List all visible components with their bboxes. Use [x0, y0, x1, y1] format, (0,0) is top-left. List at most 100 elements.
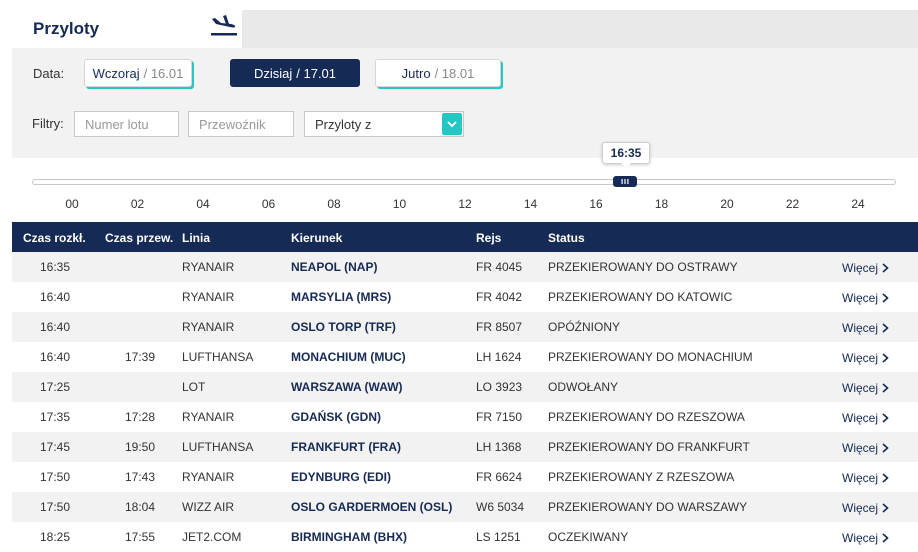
cell-destination: NEAPOL (NAP): [291, 260, 378, 274]
slider-tick-label: 16: [589, 197, 603, 211]
cell-destination: MONACHIUM (MUC): [291, 350, 406, 364]
more-link[interactable]: Więcej: [842, 260, 889, 275]
cell-airline: RYANAIR: [182, 260, 235, 274]
cell-airline: RYANAIR: [182, 290, 235, 304]
cell-flight: W6 5034: [476, 500, 525, 514]
cell-scheduled: 17:50: [40, 470, 71, 484]
chevron-down-icon[interactable]: [442, 113, 462, 135]
cell-airline: WIZZ AIR: [182, 500, 234, 514]
table-row[interactable]: 16:35 RYANAIR NEAPOL (NAP) FR 4045 PRZEKIERO…: [12, 252, 918, 282]
cell-scheduled: 16:40: [40, 320, 71, 334]
more-link-label: Więcej: [842, 291, 879, 305]
tab-bar: Przyloty: [0, 0, 918, 48]
more-link-label: Więcej: [842, 411, 879, 425]
col-status: Status: [548, 231, 585, 245]
date-yesterday-button[interactable]: Wczoraj/ 16.01: [84, 59, 192, 87]
chevron-right-icon: [882, 470, 889, 485]
cell-destination: MARSYLIA (MRS): [291, 290, 392, 304]
slider-handle[interactable]: [613, 176, 637, 187]
slider-tick-label: 08: [327, 197, 341, 211]
cell-status: PRZEKIEROWANY DO OSTRAWY: [548, 260, 738, 274]
chevron-right-icon: [882, 380, 889, 395]
cell-status: PRZEKIEROWANY DO MONACHIUM: [548, 350, 753, 364]
more-link[interactable]: Więcej: [842, 290, 889, 305]
cell-status: PRZEKIEROWANY DO KATOWIC: [548, 290, 733, 304]
chevron-right-icon: [882, 320, 889, 335]
table-header: Czas rozkł. Czas przew. Linia Kierunek R…: [12, 222, 918, 252]
slider-value-tooltip: 16:35: [602, 142, 650, 169]
date-label: Data:: [33, 66, 65, 81]
cell-scheduled: 17:35: [40, 410, 71, 424]
cell-estimated: 18:04: [125, 500, 156, 514]
slider-tick-label: 02: [130, 197, 145, 211]
more-link-label: Więcej: [842, 261, 879, 275]
cell-status: PRZEKIEROWANY Z RZESZOWA: [548, 470, 735, 484]
slider-tick-label: 22: [785, 197, 800, 211]
col-estimated: Czas przew.: [105, 231, 174, 245]
cell-scheduled: 16:40: [40, 350, 71, 364]
cell-flight: LO 3923: [476, 380, 523, 394]
cell-flight: FR 8507: [476, 320, 523, 334]
slider-tick-label: 24: [851, 197, 865, 211]
cell-status: OCZEKIWANY: [548, 530, 629, 544]
page-title: Przyloty: [33, 19, 100, 38]
more-link[interactable]: Więcej: [842, 320, 889, 335]
more-link-label: Więcej: [842, 381, 879, 395]
cell-destination: FRANKFURT (FRA): [291, 440, 401, 454]
cell-status: PRZEKIEROWANY DO FRANKFURT: [548, 440, 750, 454]
col-scheduled: Czas rozkł.: [23, 231, 86, 245]
more-link[interactable]: Więcej: [842, 380, 889, 395]
chevron-right-icon: [882, 410, 889, 425]
date-tomorrow-button[interactable]: Jutro/ 18.01: [375, 59, 501, 87]
more-link[interactable]: Więcej: [842, 530, 889, 545]
more-link[interactable]: Więcej: [842, 410, 889, 425]
table-row[interactable]: 16:40 RYANAIR OSLO TORP (TRF) FR 8507 OPÓŹNI…: [12, 312, 918, 342]
chevron-right-icon: [882, 290, 889, 305]
flight-number-input[interactable]: Numer lotu: [74, 111, 179, 137]
slider-tick-label: 18: [654, 197, 669, 211]
slider-track[interactable]: [32, 179, 896, 185]
origin-select[interactable]: Przyloty z: [304, 111, 464, 137]
slider-tick-label: 12: [458, 197, 472, 211]
table-row[interactable]: 16:40 RYANAIR MARSYLIA (MRS) FR 4042 PRZEKIE…: [12, 282, 918, 312]
chevron-right-icon: [882, 500, 889, 515]
more-link[interactable]: Więcej: [842, 500, 889, 515]
more-link-label: Więcej: [842, 441, 879, 455]
carrier-input[interactable]: Przewoźnik: [188, 111, 294, 137]
more-link-label: Więcej: [842, 471, 879, 485]
plane-landing-icon: [210, 12, 240, 43]
more-link-label: Więcej: [842, 321, 879, 335]
table-row[interactable]: 17:50 17:43 RYANAIR EDYNBURG (EDI) FR 6624 PR…: [12, 462, 918, 492]
tab-strip-filler: [242, 10, 918, 48]
cell-estimated: 17:55: [125, 530, 156, 544]
cell-destination: WARSZAWA (WAW): [291, 380, 403, 394]
origin-select-value: Przyloty z: [315, 116, 372, 132]
cell-estimated: 17:28: [125, 410, 156, 424]
table-row[interactable]: 17:50 18:04 WIZZ AIR OSLO GARDERMOEN (OSL) W…: [12, 492, 918, 522]
more-link-label: Więcej: [842, 351, 879, 365]
slider-tick-label: 04: [196, 197, 210, 211]
slider-tick-label: 10: [392, 197, 407, 211]
col-destination: Kierunek: [291, 231, 343, 245]
more-link[interactable]: Więcej: [842, 470, 889, 485]
cell-scheduled: 16:35: [40, 260, 71, 274]
table-row[interactable]: 17:35 17:28 RYANAIR GDAŃSK (GDN) FR 7150 PRZE…: [12, 402, 918, 432]
cell-scheduled: 17:50: [40, 500, 71, 514]
more-link[interactable]: Więcej: [842, 440, 889, 455]
cell-flight: FR 6624: [476, 470, 523, 484]
table-row[interactable]: 17:45 19:50 LUFTHANSA FRANKFURT (FRA) LH 136…: [12, 432, 918, 462]
cell-airline: LUFTHANSA: [182, 350, 254, 364]
date-today-button[interactable]: Dzisiaj/ 17.01: [230, 59, 360, 87]
slider-tick-label: 14: [523, 197, 538, 211]
table-row[interactable]: 16:40 17:39 LUFTHANSA MONACHIUM (MUC) LH 162…: [12, 342, 918, 372]
cell-destination: BIRMINGHAM (BHX): [291, 530, 407, 544]
table-row[interactable]: 17:25 LOT WARSZAWA (WAW) LO 3923 ODWOŁANY Wię…: [12, 372, 918, 402]
cell-estimated: 17:43: [125, 470, 156, 484]
cell-flight: LH 1368: [476, 440, 522, 454]
more-link[interactable]: Więcej: [842, 350, 889, 365]
tab-arrivals[interactable]: Przyloty: [12, 10, 242, 48]
cell-flight: LH 1624: [476, 350, 522, 364]
cell-estimated: 19:50: [125, 440, 156, 454]
cell-airline: LUFTHANSA: [182, 440, 254, 454]
cell-status: PRZEKIEROWANY DO WARSZAWY: [548, 500, 748, 514]
